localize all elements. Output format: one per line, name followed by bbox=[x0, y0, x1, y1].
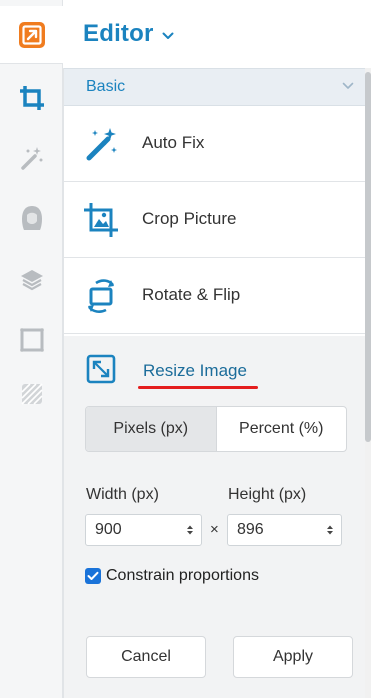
crop-icon bbox=[19, 86, 44, 110]
width-spin-arrows[interactable] bbox=[179, 515, 201, 545]
rail-layers[interactable] bbox=[0, 258, 63, 302]
height-spin-arrows[interactable] bbox=[319, 515, 341, 545]
magic-wand-icon bbox=[20, 147, 42, 170]
apply-button[interactable]: Apply bbox=[233, 636, 353, 678]
chevron-down-icon[interactable] bbox=[162, 32, 174, 40]
unit-toggle: Pixels (px) Percent (%) bbox=[85, 406, 347, 452]
editor-title[interactable]: Editor bbox=[83, 20, 154, 48]
tool-crop-picture[interactable]: Crop Picture bbox=[64, 182, 366, 258]
cancel-button[interactable]: Cancel bbox=[86, 636, 206, 678]
resize-image-title[interactable]: Resize Image bbox=[143, 361, 247, 381]
width-value[interactable]: 900 bbox=[86, 521, 179, 539]
height-value[interactable]: 896 bbox=[228, 521, 319, 539]
portrait-icon bbox=[21, 206, 42, 230]
layers-icon bbox=[20, 270, 43, 291]
section-label: Basic bbox=[86, 78, 126, 95]
tool-label: Rotate & Flip bbox=[142, 285, 241, 304]
rail-portrait[interactable] bbox=[0, 196, 63, 240]
checkmark-icon bbox=[87, 571, 99, 580]
tool-rotate-flip[interactable]: Rotate & Flip bbox=[64, 258, 366, 334]
tool-label: Crop Picture bbox=[142, 209, 237, 228]
resize-icon[interactable] bbox=[86, 354, 116, 384]
annotation-underline bbox=[138, 386, 258, 389]
height-stepper[interactable]: 896 bbox=[227, 514, 342, 546]
spin-arrows-icon bbox=[327, 525, 333, 535]
chevron-down-icon bbox=[342, 82, 354, 89]
app-logo[interactable] bbox=[0, 6, 63, 64]
constrain-proportions: Constrain proportions bbox=[85, 567, 259, 585]
resize-image-section: Resize Image Pixels (px) Percent (%) Wid… bbox=[64, 336, 366, 698]
times-sign: × bbox=[210, 521, 219, 538]
editor-panel: Basic Auto Fix Crop Picture Rotate & Fli… bbox=[63, 68, 366, 698]
spin-arrows-icon bbox=[187, 525, 193, 535]
unit-pixels-button[interactable]: Pixels (px) bbox=[86, 407, 217, 451]
editor-header: Editor bbox=[63, 0, 371, 68]
width-stepper[interactable]: 900 bbox=[85, 514, 202, 546]
tool-auto-fix[interactable]: Auto Fix bbox=[64, 106, 366, 182]
frame-icon bbox=[19, 328, 44, 352]
rail-crop[interactable] bbox=[0, 76, 63, 120]
tool-label: Auto Fix bbox=[142, 133, 205, 152]
scrollbar-thumb[interactable] bbox=[365, 72, 371, 442]
magic-wand-icon bbox=[86, 128, 117, 161]
section-header-basic[interactable]: Basic bbox=[64, 68, 366, 106]
rotate-icon bbox=[87, 279, 115, 313]
crop-picture-icon bbox=[84, 203, 118, 237]
width-label: Width (px) bbox=[86, 486, 159, 503]
texture-icon bbox=[20, 383, 43, 405]
tool-rail bbox=[0, 0, 63, 698]
rail-effects[interactable] bbox=[0, 136, 63, 180]
rail-frames[interactable] bbox=[0, 318, 63, 362]
unit-percent-button[interactable]: Percent (%) bbox=[217, 407, 347, 451]
height-label: Height (px) bbox=[228, 486, 307, 503]
constrain-checkbox[interactable] bbox=[85, 568, 101, 584]
app-logo-icon bbox=[18, 21, 45, 48]
rail-textures[interactable] bbox=[0, 372, 63, 416]
constrain-label[interactable]: Constrain proportions bbox=[106, 567, 259, 585]
